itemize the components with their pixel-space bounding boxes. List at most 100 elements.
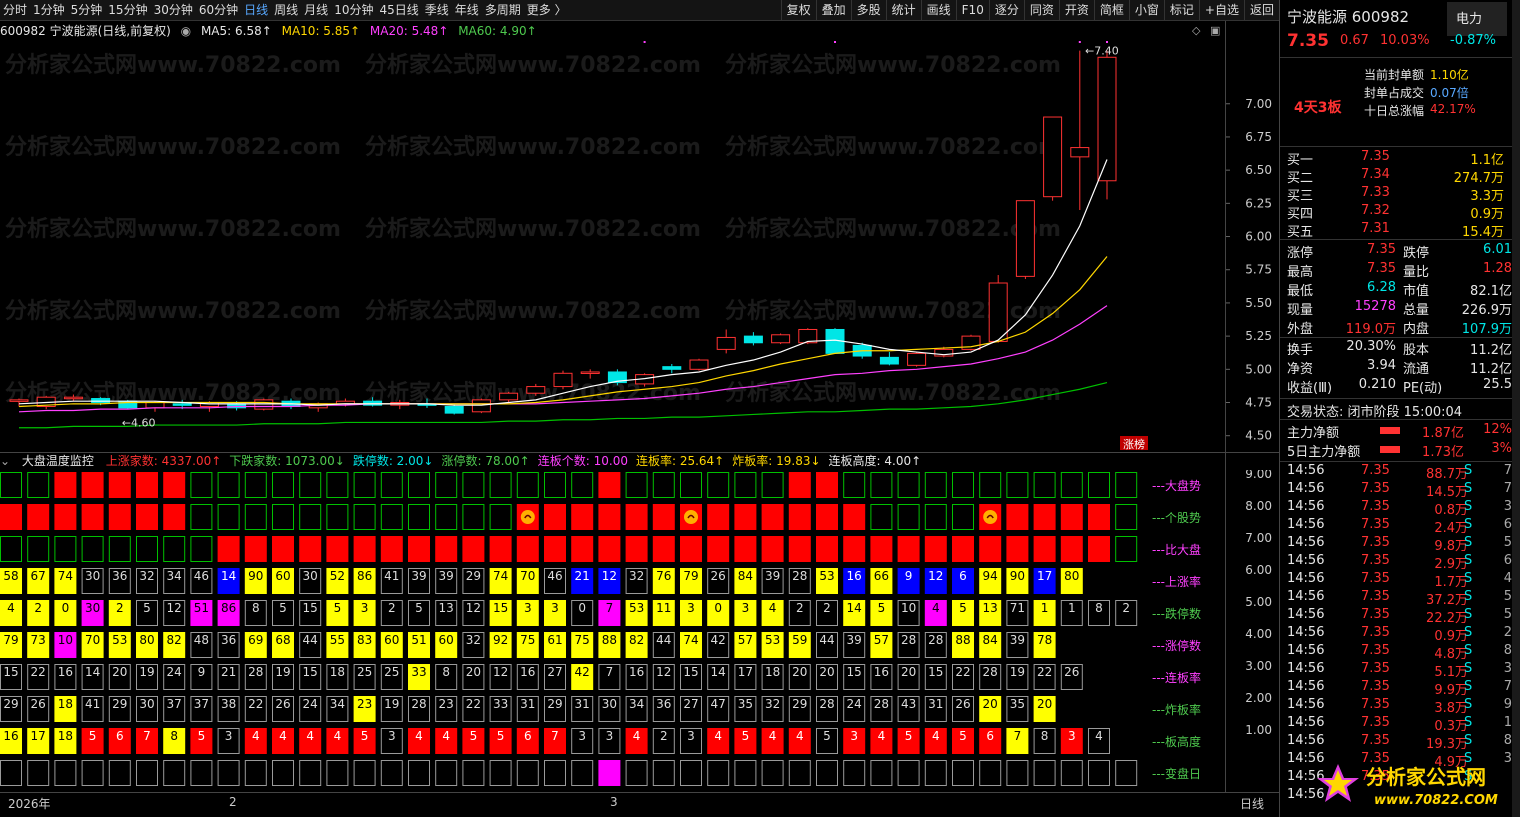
value-text: 52	[330, 569, 345, 583]
change-day-cell	[680, 760, 702, 786]
value-text: 29	[112, 697, 127, 711]
period-tab-8[interactable]: 月线	[301, 0, 331, 20]
period-tab-10[interactable]: 45日线	[376, 0, 421, 20]
period-toolbar: 分时 1分钟 5分钟 15分钟 30分钟 60分钟 日线 周线 月线 10分钟 45日线 季线 年线 多周…	[0, 0, 1279, 21]
period-tab-9[interactable]: 10分钟	[331, 0, 376, 20]
candle-body[interactable]	[499, 392, 519, 401]
state-cell-green	[163, 536, 186, 562]
toolbar-button-1[interactable]: 叠加	[815, 0, 851, 21]
period-tab-7[interactable]: 周线	[271, 0, 301, 20]
period-tab-2[interactable]: 5分钟	[68, 0, 106, 20]
bid-label-2: 买三	[1287, 189, 1314, 204]
state-cell-red	[163, 472, 186, 498]
indicator-panel[interactable]: 9.00 8.00 7.00 6.00 5.00 4.00 3.00 2.00 1.00 ---大…	[0, 470, 1279, 792]
value-text: 9	[905, 569, 913, 583]
candle-body[interactable]	[444, 405, 464, 414]
toolbar-button-10[interactable]: 小窗	[1128, 0, 1164, 21]
candle-body[interactable]	[907, 352, 927, 366]
candle-body[interactable]	[1043, 116, 1063, 198]
candle-body[interactable]	[988, 282, 1008, 342]
candle-body[interactable]	[716, 336, 736, 350]
value-text: 2	[1122, 601, 1130, 615]
candle-body[interactable]	[172, 403, 192, 406]
candle-body[interactable]	[1097, 56, 1117, 182]
candle-body[interactable]	[662, 366, 682, 370]
state-cell-green	[326, 472, 349, 498]
candle-body[interactable]	[9, 399, 29, 402]
state-cell-red	[788, 504, 811, 530]
value-text: 5	[742, 729, 750, 743]
state-cell-green	[353, 504, 376, 530]
toolbar-button-13[interactable]: 返回	[1243, 0, 1279, 21]
period-tab-13[interactable]: 多周期	[482, 0, 524, 20]
change-day-cell	[1033, 760, 1056, 786]
candle-body[interactable]	[1015, 200, 1035, 277]
period-tab-6[interactable]: 日线	[241, 0, 271, 20]
bid-volume-1: 274.7万	[1453, 171, 1504, 186]
period-tab-4[interactable]: 30分钟	[151, 0, 196, 20]
toolbar-button-0[interactable]: 复权	[780, 0, 816, 21]
collapse-icon[interactable]: ⌄	[0, 454, 10, 468]
time-mode-label[interactable]: 日线	[1240, 795, 1264, 812]
state-cell-green	[217, 504, 240, 530]
change-day-cell	[652, 760, 675, 786]
period-tab-5[interactable]: 60分钟	[196, 0, 241, 20]
state-cell-green	[299, 504, 322, 530]
value-text: 29	[792, 697, 807, 711]
candle-body[interactable]	[254, 399, 274, 410]
value-text: 27	[683, 697, 698, 711]
candle-body[interactable]	[879, 356, 899, 365]
seal-value-2: 42.17%	[1430, 102, 1476, 116]
candle-body[interactable]	[743, 335, 763, 344]
candle-body[interactable]	[63, 396, 83, 400]
eye-icon[interactable]: ◉	[181, 24, 191, 38]
diamond-icon[interactable]: ◇	[1192, 22, 1200, 40]
value-text: 14	[711, 665, 726, 679]
toolbar-button-5[interactable]: F10	[955, 0, 989, 21]
toolbar-button-4[interactable]: 画线	[920, 0, 956, 21]
state-cell-green	[408, 472, 430, 498]
value-text: 5	[497, 729, 505, 743]
toolbar-button-8[interactable]: 开资	[1058, 0, 1094, 21]
tick-price-7: 7.35	[1361, 589, 1390, 604]
period-tab-14[interactable]: 更多 〉	[524, 0, 570, 20]
period-tab-11[interactable]: 季线	[422, 0, 452, 20]
candle-body[interactable]	[689, 359, 709, 370]
row-label-6: ---连板率	[1152, 670, 1201, 685]
toolbar-button-11[interactable]: 标记	[1163, 0, 1199, 21]
toolbar-button-9[interactable]: 简框	[1093, 0, 1129, 21]
period-tab-0[interactable]: 分时	[0, 0, 30, 20]
toolbar-button-3[interactable]: 统计	[885, 0, 921, 21]
period-tab-3[interactable]: 15分钟	[105, 0, 150, 20]
change-day-cell	[979, 760, 1002, 786]
sector-name[interactable]: 电力	[1456, 8, 1482, 27]
state-cell-green	[734, 472, 757, 498]
window-icon[interactable]: ▣	[1210, 22, 1220, 40]
state-cell-red	[598, 536, 621, 562]
candle-body[interactable]	[145, 402, 165, 409]
toolbar-button-6[interactable]: 逐分	[988, 0, 1024, 21]
candle-body[interactable]	[553, 372, 573, 388]
stat-label-2-1: 市值	[1403, 284, 1430, 299]
indicator-value-3: 涨停数: 78.00↑	[441, 454, 530, 468]
toolbar-button-7[interactable]: 同资	[1023, 0, 1059, 21]
sep	[1280, 57, 1512, 58]
candle-body[interactable]	[91, 398, 111, 404]
candle-body[interactable]	[1070, 147, 1090, 158]
toolbar-button-2[interactable]: 多股	[850, 0, 886, 21]
candle-body[interactable]	[526, 386, 546, 394]
scrollbar[interactable]	[1512, 0, 1520, 817]
fin-label-0-0: 换手	[1287, 343, 1314, 358]
stat-value-1-1: 1.28	[1483, 261, 1512, 276]
state-cell-red	[1088, 536, 1110, 562]
change-day-cell	[788, 760, 811, 786]
toolbar-button-12[interactable]: +自选	[1198, 0, 1244, 21]
period-tab-1[interactable]: 1分钟	[30, 0, 68, 20]
candle-body[interactable]	[471, 399, 491, 413]
signal-marker	[643, 41, 646, 43]
candle-body[interactable]	[771, 334, 791, 344]
period-tab-12[interactable]: 年线	[452, 0, 482, 20]
candle-body[interactable]	[580, 371, 600, 374]
kline-chart[interactable]: 分析家公式网www.70822.com 分析家公式网www.70822.com 分析…	[0, 40, 1279, 452]
state-cell-green	[544, 472, 566, 498]
